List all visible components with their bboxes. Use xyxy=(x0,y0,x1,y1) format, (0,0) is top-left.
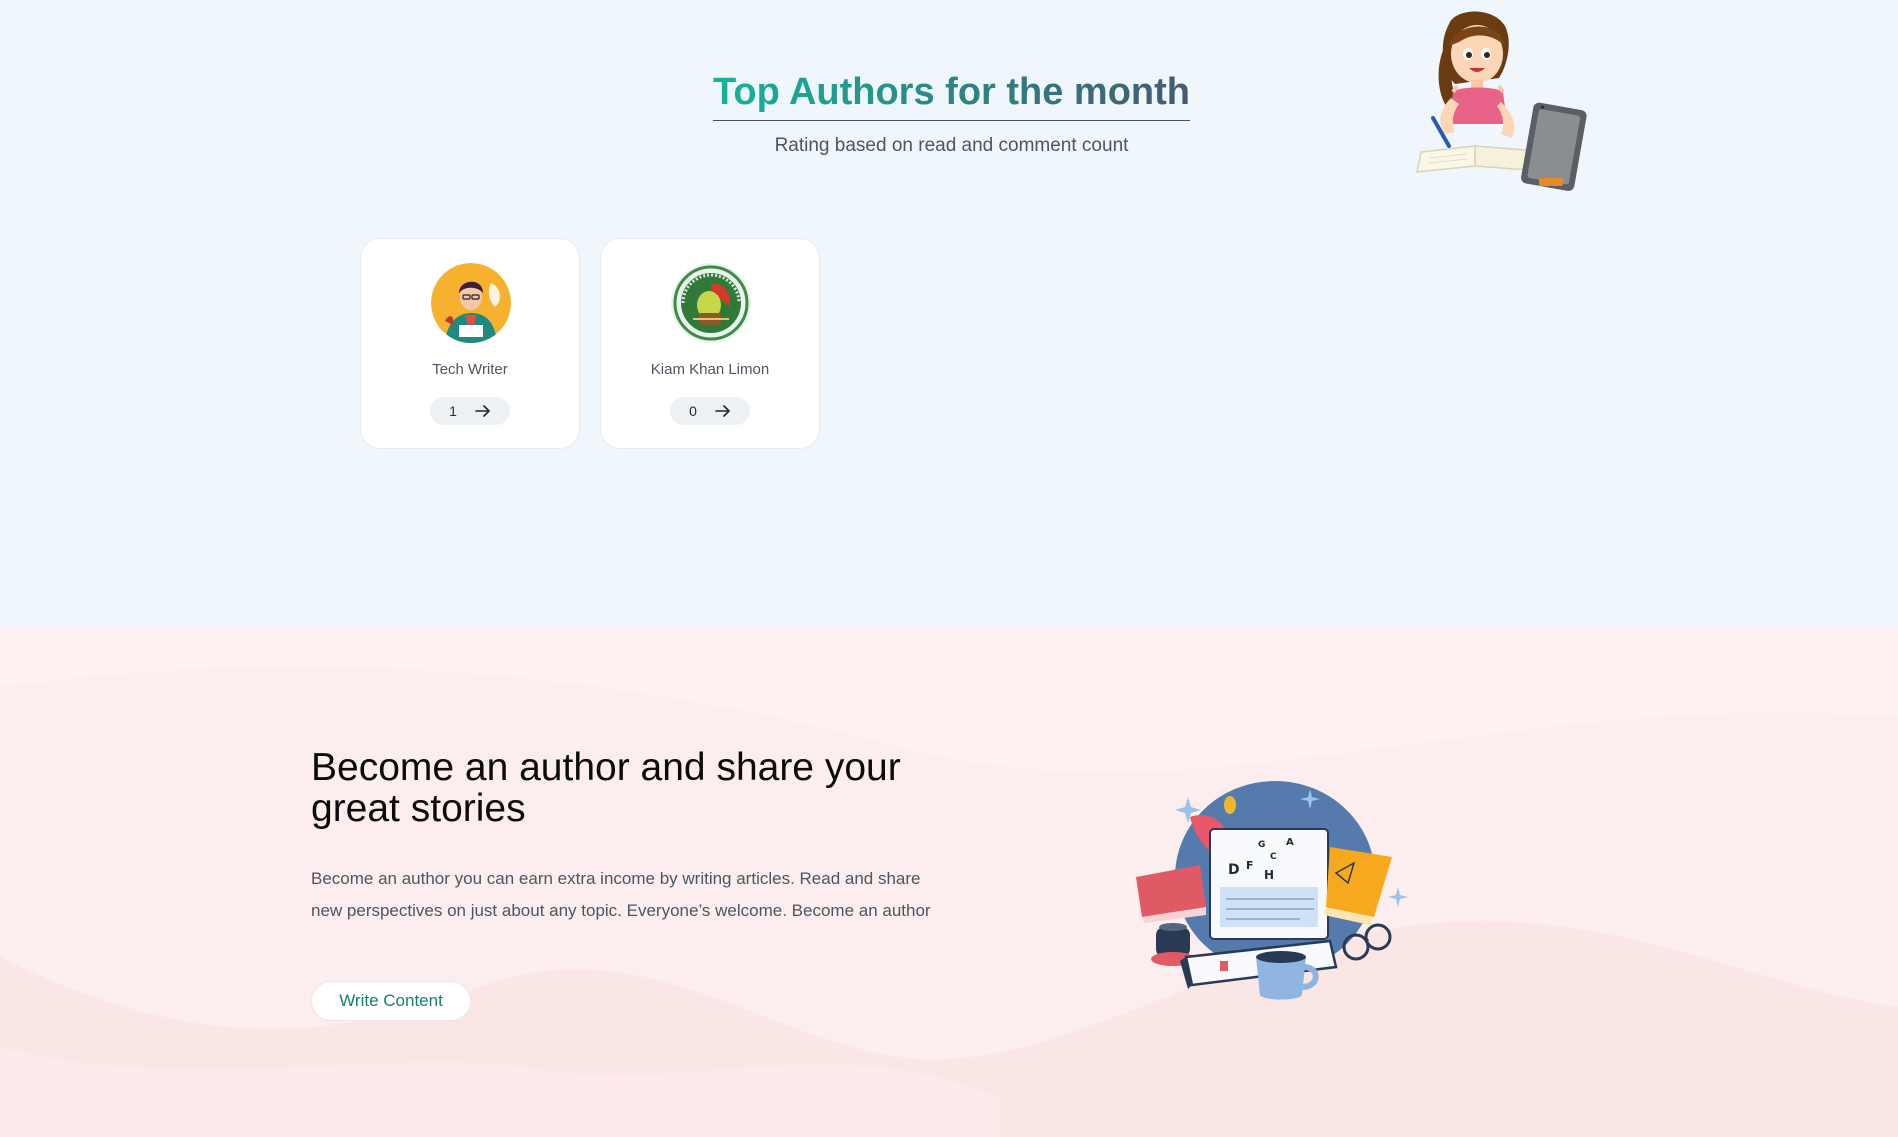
letter-c: C xyxy=(1270,852,1277,862)
write-content-button[interactable]: Write Content xyxy=(311,981,471,1021)
letter-f: F xyxy=(1246,859,1254,872)
top-authors-section: Top Authors for the month Rating based o… xyxy=(0,0,1898,627)
top-authors-title: Top Authors for the month xyxy=(712,68,1191,121)
author-card[interactable]: Kiam Khan Limon 0 xyxy=(600,238,820,449)
become-author-description: Become an author you can earn extra inco… xyxy=(311,869,931,920)
author-count-pill[interactable]: 1 xyxy=(430,397,510,425)
top-authors-heading: Top Authors for the month Rating based o… xyxy=(0,68,1898,159)
author-name: Tech Writer xyxy=(432,361,508,378)
become-author-section: Become an author and share your great st… xyxy=(0,627,1898,1137)
author-count: 1 xyxy=(449,403,457,419)
letter-g: G xyxy=(1258,840,1265,850)
letter-d: D xyxy=(1228,862,1240,878)
author-name: Kiam Khan Limon xyxy=(650,361,770,378)
arrow-right-icon[interactable] xyxy=(715,405,731,417)
author-count-pill[interactable]: 0 xyxy=(670,397,750,425)
author-card[interactable]: Tech Writer 1 xyxy=(360,238,580,449)
top-authors-subtitle: Rating based on read and comment count xyxy=(774,135,1129,156)
author-avatar xyxy=(671,263,751,343)
girl-writing-illustration xyxy=(1416,11,1587,191)
author-count: 0 xyxy=(689,403,697,419)
author-avatar xyxy=(431,263,511,343)
writing-desk-illustration: D F H A G C xyxy=(1136,781,1408,1000)
arrow-right-icon[interactable] xyxy=(475,405,491,417)
become-author-title: Become an author and share your great st… xyxy=(311,746,901,830)
letter-a: A xyxy=(1286,837,1294,848)
letter-h: H xyxy=(1264,868,1274,882)
